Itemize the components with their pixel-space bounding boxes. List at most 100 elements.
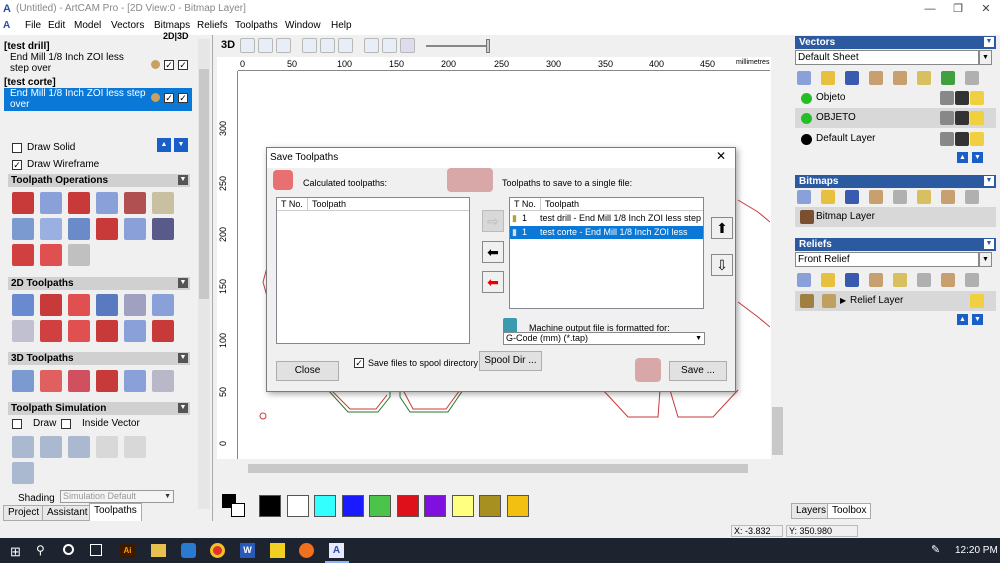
z-level-roughing-icon[interactable] [40,370,62,392]
spool-directory-checkbox[interactable]: ✓ [354,358,364,368]
column-header[interactable]: Toolpath [307,198,346,211]
toolpath-show-checkbox[interactable]: ✓ [178,93,188,103]
close-icon[interactable]: ✕ [972,1,1000,17]
visibility-bulb-icon[interactable] [970,132,984,146]
snap-icon[interactable] [364,38,379,53]
spool-dir-button[interactable]: Spool Dir ... [479,351,542,371]
simulation-save-icon[interactable] [124,436,146,458]
save-toolpaths-list[interactable]: T No. Toolpath ▮ 1 test drill - End Mill 1/… [509,197,704,309]
prism-icon[interactable] [152,320,174,342]
chevron-down-icon[interactable]: ▼ [979,252,992,267]
color-swatch[interactable] [479,495,501,517]
bitmap-tool-icon[interactable] [941,190,955,204]
relief-tool-icon[interactable] [869,273,883,287]
menu-edit[interactable]: Edit [48,20,65,31]
toolpath-op-icon[interactable] [124,218,146,240]
task-view-icon[interactable] [90,544,102,556]
open-layer-icon[interactable] [821,71,835,85]
relief-tool-icon[interactable] [893,273,907,287]
color-swatch[interactable] [341,495,364,517]
column-header[interactable]: Toolpath [540,198,579,211]
toolpath-op-icon[interactable] [68,244,90,266]
color-swatch[interactable] [259,495,281,517]
simulation-preview-icon[interactable] [12,462,34,484]
open-relief-icon[interactable] [821,273,835,287]
toolpath-op-icon[interactable] [40,218,62,240]
move-left-button[interactable]: ⬅ [482,241,504,263]
scroll-thumb[interactable] [248,464,748,473]
move-down-button[interactable]: ▼ [972,314,983,325]
tab-toolpaths[interactable]: Toolpaths [89,503,142,521]
smart-engrave-icon[interactable] [68,320,90,342]
scroll-thumb[interactable] [199,69,209,299]
menu-toolpaths[interactable]: Toolpaths [235,20,278,31]
artcam-taskbar-icon[interactable]: A [329,543,344,558]
zoom-out-icon[interactable] [258,38,273,53]
zoom-in-icon[interactable] [240,38,255,53]
menu-window[interactable]: Window [285,20,321,31]
word-icon[interactable]: W [240,543,255,558]
toolpath-op-icon[interactable] [152,218,174,240]
menu-bitmaps[interactable]: Bitmaps [154,20,190,31]
layer-color-icon[interactable] [941,71,955,85]
machine-vectors-icon[interactable] [96,294,118,316]
zoom-slider-thumb[interactable] [486,39,490,53]
view-toggle-2d3d[interactable]: 2D|3D [163,31,189,41]
shading-select[interactable]: Simulation Default ▼ [60,490,174,503]
sim-inside-checkbox[interactable] [61,419,71,429]
vector-layer-row[interactable]: Objeto [795,88,996,108]
remove-all-button[interactable]: ⬅ [482,271,504,293]
visibility-bulb-icon[interactable] [970,294,984,308]
table-row[interactable]: ▮ 1 test drill - End Mill 1/8 Inch ZOI les… [510,212,703,236]
table-row[interactable]: ▮ 1 test corte - End Mill 1/8 Inch ZOI les… [510,226,703,250]
relief-select[interactable]: Front Relief [795,252,979,267]
cortana-icon[interactable] [63,544,74,555]
vector-sheet-select[interactable]: Default Sheet [795,50,979,65]
open-bitmap-icon[interactable] [821,190,835,204]
bitmap-tool-icon[interactable] [893,190,907,204]
save-button[interactable]: Save ... [669,361,727,381]
collapse-icon[interactable]: ▼ [984,37,994,47]
chrome-icon[interactable] [210,543,225,558]
relief-tool-icon[interactable] [941,273,955,287]
lock-icon[interactable] [940,132,954,146]
toolpath-op-icon[interactable] [12,192,34,214]
pencil-toolpath-icon[interactable] [124,370,146,392]
bitmap-layer-row[interactable]: Bitmap Layer [795,207,996,227]
color-swatch[interactable] [506,495,529,517]
machine-format-select[interactable]: G-Code (mm) (*.tap) ▼ [503,332,705,345]
collapse-icon[interactable]: ▼ [984,239,994,249]
section-3d-toolpaths[interactable]: 3D Toolpaths ▼ [8,352,190,365]
feature-machining-icon[interactable] [124,320,146,342]
3d-finish-icon[interactable] [68,370,90,392]
visibility-bulb-icon[interactable] [970,111,984,125]
simulate-toolpath-icon[interactable] [12,436,34,458]
vector-shape[interactable] [602,389,661,418]
lock-icon[interactable] [940,111,954,125]
save-bitmap-icon[interactable] [845,190,859,204]
simulate-all-icon[interactable] [40,436,62,458]
edit-icon[interactable] [955,91,969,105]
tab-assistant[interactable]: Assistant [42,505,93,521]
toolpath-op-icon[interactable] [40,192,62,214]
vector-shape[interactable] [737,199,770,223]
visibility-bulb-icon[interactable] [970,91,984,105]
toolpath-op-icon[interactable] [96,218,118,240]
file-explorer-icon[interactable] [151,544,166,557]
canvas-vertical-scrollbar[interactable] [771,57,784,462]
order-down-button[interactable]: ⇩ [711,254,733,276]
firefox-icon[interactable] [299,543,314,558]
color-swatch[interactable] [451,495,474,517]
layer-tool-icon[interactable] [869,71,883,85]
relief-combine-icon[interactable] [822,294,836,308]
search-icon[interactable]: ⚲ [36,543,45,557]
move-right-button[interactable]: ⇨ [482,210,504,232]
pen-icon[interactable]: ✎ [931,543,940,556]
relief-delete-icon[interactable] [965,273,979,287]
arrow-back-icon[interactable] [400,38,415,53]
pan-icon[interactable] [338,38,353,53]
zoom-previous-icon[interactable] [320,38,335,53]
rest-machining-icon[interactable] [96,370,118,392]
tab-layers[interactable]: Layers [791,503,832,519]
save-relief-icon[interactable] [845,273,859,287]
